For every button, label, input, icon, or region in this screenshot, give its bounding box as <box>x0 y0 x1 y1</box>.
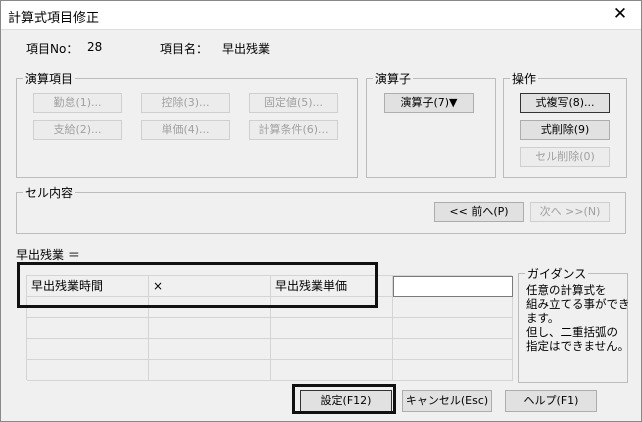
window-title: 計算式項目修正 <box>8 11 100 26</box>
operator-group: 演算子 <box>366 70 496 178</box>
ok-button[interactable]: 設定(F12) <box>300 390 392 412</box>
formula-grid: 早出残業時間 × 早出残業単価 <box>26 275 513 381</box>
guidance-line: 但し、二重括弧の <box>526 325 618 339</box>
item-name-value: 早出残業 <box>222 42 271 56</box>
guidance-legend: ガイダンス <box>525 265 588 282</box>
operation-legend: 操作 <box>512 72 537 86</box>
close-icon[interactable]: ✕ <box>606 3 634 27</box>
cell-content-legend: セル内容 <box>25 186 74 200</box>
formula-cell[interactable] <box>393 339 513 360</box>
item-name-label: 項目名： <box>160 42 209 56</box>
copy-formula-button[interactable]: 式複写(8)... <box>520 93 610 113</box>
item-no-value: 28 <box>87 40 103 54</box>
formula-cell[interactable] <box>271 297 393 318</box>
next-button[interactable]: 次へ >>(N) <box>530 202 610 222</box>
formula-label: 早出残業 ＝ <box>16 248 80 262</box>
guidance-legend-text: ガイダンス <box>527 267 587 281</box>
formula-cell[interactable] <box>149 297 271 318</box>
unit-price-button[interactable]: 単価(4)... <box>141 120 230 140</box>
calc-items-legend: 演算項目 <box>25 72 74 86</box>
guidance-line: 組み立てる事ができます。 <box>526 297 630 325</box>
cancel-button[interactable]: キャンセル(Esc) <box>402 390 492 412</box>
guidance-line: 指定はできません。 <box>526 339 630 353</box>
operator-legend: 演算子 <box>375 72 412 86</box>
formula-cell[interactable] <box>271 339 393 360</box>
guidance-line: 任意の計算式を <box>526 283 607 297</box>
formula-cell[interactable] <box>27 318 149 339</box>
formula-cell-r1-c1[interactable]: 早出残業時間 <box>27 276 149 297</box>
deduction-button[interactable]: 控除(3)... <box>141 93 230 113</box>
formula-cell[interactable] <box>149 318 271 339</box>
calc-condition-button[interactable]: 計算条件(6)... <box>249 120 338 140</box>
formula-cell[interactable] <box>27 360 149 381</box>
formula-cell[interactable] <box>271 318 393 339</box>
formula-cell-r1-c3[interactable]: 早出残業単価 <box>271 276 393 297</box>
formula-cell[interactable] <box>393 297 513 318</box>
formula-cell[interactable] <box>393 360 513 381</box>
formula-cell-r1-c4-active[interactable] <box>393 276 513 297</box>
formula-cell[interactable] <box>27 297 149 318</box>
formula-cell[interactable] <box>271 360 393 381</box>
help-button[interactable]: ヘルプ(F1) <box>505 390 597 412</box>
formula-cell[interactable] <box>27 339 149 360</box>
payment-button[interactable]: 支給(2)... <box>33 120 122 140</box>
formula-cell[interactable] <box>393 318 513 339</box>
guidance-text: 任意の計算式を 組み立てる事ができます。 但し、二重括弧の 指定はできません。 <box>526 283 634 353</box>
operator-dropdown-button[interactable]: 演算子(7)▼ <box>384 93 474 113</box>
delete-formula-button[interactable]: 式削除(9) <box>520 120 610 140</box>
formula-cell[interactable] <box>149 360 271 381</box>
fixed-value-button[interactable]: 固定値(5)... <box>249 93 338 113</box>
prev-button[interactable]: << 前へ(P) <box>434 202 524 222</box>
formula-cell-r1-c2[interactable]: × <box>149 276 271 297</box>
attendance-button[interactable]: 勤怠(1)... <box>33 93 122 113</box>
item-no-label: 項目No： <box>26 42 79 56</box>
delete-cell-button[interactable]: セル削除(0) <box>520 147 610 167</box>
formula-cell[interactable] <box>149 339 271 360</box>
